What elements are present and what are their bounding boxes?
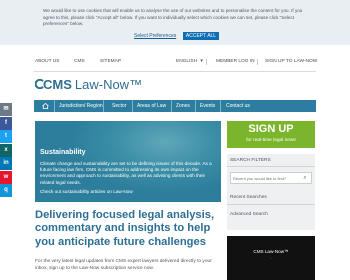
share-sidebar: ✉ f t x in w q: [0, 103, 12, 198]
page: We would like to use cookies that will e…: [0, 0, 350, 280]
search-icon[interactable]: ⌕: [300, 173, 310, 183]
advanced-search-link[interactable]: Advanced Search: [230, 212, 268, 217]
signup-law-now-link[interactable]: SIGN UP TO LAW-NOW: [265, 59, 317, 64]
video-title: CMS Law-Now™: [253, 249, 289, 254]
nav-divider: [195, 100, 196, 112]
logo-product: Law-Now™: [74, 76, 143, 92]
facebook-icon[interactable]: f: [0, 116, 12, 130]
search-filters-title: SEARCH FILTERS: [230, 158, 271, 163]
utility-nav: ABOUT US CMS SITEMAP ENGLISH ▾ MEMBER LO…: [0, 59, 350, 69]
cms-law-now-logo[interactable]: CMS Law-Now™: [35, 76, 142, 92]
divider: [257, 59, 258, 65]
nav-divider: [54, 100, 55, 112]
language-label: ENGLISH: [176, 59, 198, 64]
signup-subtitle: for real-time legal news: [246, 138, 296, 143]
promo-video[interactable]: CMS Law-Now™ ...: [227, 236, 315, 280]
hero-title: Sustainability: [40, 149, 86, 156]
select-preferences-link[interactable]: Select Preferences: [134, 33, 176, 39]
accept-all-button[interactable]: ACCEPT ALL: [183, 32, 219, 40]
header-divider: [34, 71, 316, 72]
member-login-link[interactable]: MEMBER LOG IN: [216, 59, 255, 64]
linkedin-icon[interactable]: in: [0, 157, 12, 170]
nav-item-jurisdiction[interactable]: Jurisdiction/ Region: [59, 100, 103, 112]
twitter-icon[interactable]: t: [0, 130, 12, 143]
divider: [227, 204, 315, 205]
chevron-down-icon: ▾: [200, 59, 203, 64]
nav-divider: [220, 100, 221, 112]
home-icon[interactable]: [42, 103, 49, 109]
signup-banner[interactable]: SIGN UP for real-time legal news: [227, 121, 315, 148]
logo-brand: CMS: [43, 76, 72, 92]
search-filters-panel: SEARCH FILTERS ⌕ Recent Searches Advance…: [227, 154, 315, 230]
nav-item-contact-us[interactable]: Contact us: [226, 100, 250, 112]
divider: [206, 59, 207, 65]
weibo-icon[interactable]: w: [0, 170, 12, 184]
signup-title: SIGN UP: [248, 123, 294, 135]
hero-link[interactable]: Check out sustainability articles on Law…: [40, 189, 133, 194]
nav-divider: [103, 100, 104, 112]
cookie-text: We would like to use cookies that will e…: [43, 8, 303, 27]
intro-text: For the very latest legal updates from C…: [35, 259, 212, 271]
recent-searches-link[interactable]: Recent Searches: [230, 195, 267, 200]
nav-item-sector[interactable]: Sector: [112, 100, 126, 112]
hero-body: Climate change and sustainability are se…: [40, 161, 212, 185]
divider: [227, 166, 315, 167]
qq-icon[interactable]: q: [0, 184, 12, 197]
about-us-link[interactable]: ABOUT US: [35, 59, 59, 64]
email-icon[interactable]: ✉: [0, 103, 12, 116]
page-headline: Delivering focused legal analysis, comme…: [35, 209, 215, 248]
video-subtitle: ...: [269, 256, 273, 260]
sitemap-link[interactable]: SITEMAP: [100, 59, 121, 64]
nav-item-zones[interactable]: Zones: [176, 100, 190, 112]
nav-divider: [132, 100, 133, 112]
nav-divider: [171, 100, 172, 112]
cms-link[interactable]: CMS: [74, 59, 85, 64]
nav-item-areas-of-law[interactable]: Areas of Law: [137, 100, 166, 112]
nav-item-events[interactable]: Events: [200, 100, 215, 112]
main-nav: Jurisdiction/ Region Sector Areas of Law…: [34, 100, 316, 112]
sustainability-hero[interactable]: Sustainability Climate change and sustai…: [35, 121, 221, 202]
language-select[interactable]: ENGLISH ▾: [176, 59, 203, 64]
xing-icon[interactable]: x: [0, 143, 12, 157]
cookie-banner: We would like to use cookies that will e…: [0, 0, 350, 45]
